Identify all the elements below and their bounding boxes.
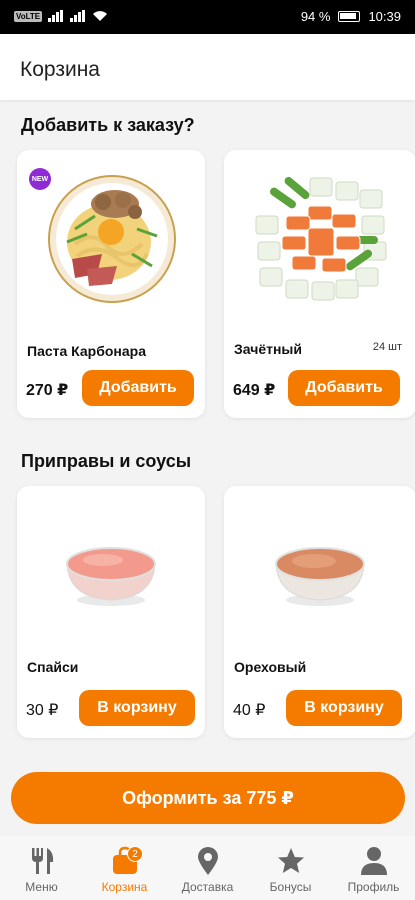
fork-knife-icon [31,848,53,874]
product-name: Паста Карбонара [27,343,146,359]
nut-sauce-image [275,547,365,606]
tab-label: Меню [25,880,58,894]
tab-profile[interactable]: Профиль [332,836,415,900]
app-bar: Корзина [0,34,415,100]
tab-label: Корзина [101,880,148,894]
battery-icon [338,11,361,22]
tab-delivery[interactable]: Доставка [166,836,249,900]
add-button[interactable]: Добавить [288,370,400,406]
status-bar: VoLTE 94 % 10:39 [0,0,415,34]
tab-label: Профиль [347,880,400,894]
star-icon [277,848,304,873]
sushi-set-image [255,176,387,301]
checkout-button[interactable]: Оформить за 775 ₽ [11,772,405,824]
product-price: 40 ₽ [233,702,266,719]
tab-label: Бонусы [269,880,312,894]
clock: 10:39 [368,9,401,24]
product-count: 24 шт [372,341,402,353]
spicy-sauce-image [66,547,156,606]
product-price: 649 ₽ [233,382,276,399]
product-price: 270 ₽ [26,382,69,399]
product-card-zachetny[interactable]: Зачётный 24 шт 649 ₽ Добавить [224,150,415,418]
location-pin-icon [197,847,218,875]
sauce-card-nut[interactable]: Ореховый 40 ₽ В корзину [224,486,415,738]
add-to-cart-button[interactable]: В корзину [286,690,402,726]
product-name: Спайси [27,659,79,675]
product-name: Ореховый [234,659,307,675]
bottom-tab-bar: Меню 2 Корзина Доставка Бонусы Профиль [0,836,415,900]
status-right: 94 % 10:39 [301,9,401,24]
wifi-icon [93,11,108,21]
sauce-card-spicy[interactable]: Спайси 30 ₽ В корзину [17,486,205,738]
add-to-cart-button[interactable]: В корзину [79,690,195,726]
product-card-pasta[interactable]: NEW Паста Карбонара 270 ₽ Добавить [17,150,205,418]
page-title: Корзина [20,58,100,81]
product-price: 30 ₽ [26,702,59,719]
status-left: VoLTE [14,10,108,22]
tab-menu[interactable]: Меню [0,836,83,900]
signal-icon [70,10,86,22]
battery-percent: 94 % [300,9,331,24]
pasta-carbonara-image [48,175,176,303]
cart-count-badge: 2 [127,846,143,862]
volte-indicator: VoLTE [14,10,43,22]
tab-label: Доставка [181,880,234,894]
product-name: Зачётный [234,341,302,357]
tab-bonuses[interactable]: Бонусы [249,836,332,900]
section-title-add-to-order: Добавить к заказу? [21,115,195,135]
tab-cart[interactable]: 2 Корзина [83,836,166,900]
person-icon [360,847,387,875]
section-title-sauces: Приправы и соусы [21,451,192,471]
add-button[interactable]: Добавить [82,370,194,406]
signal-icon [48,10,64,22]
